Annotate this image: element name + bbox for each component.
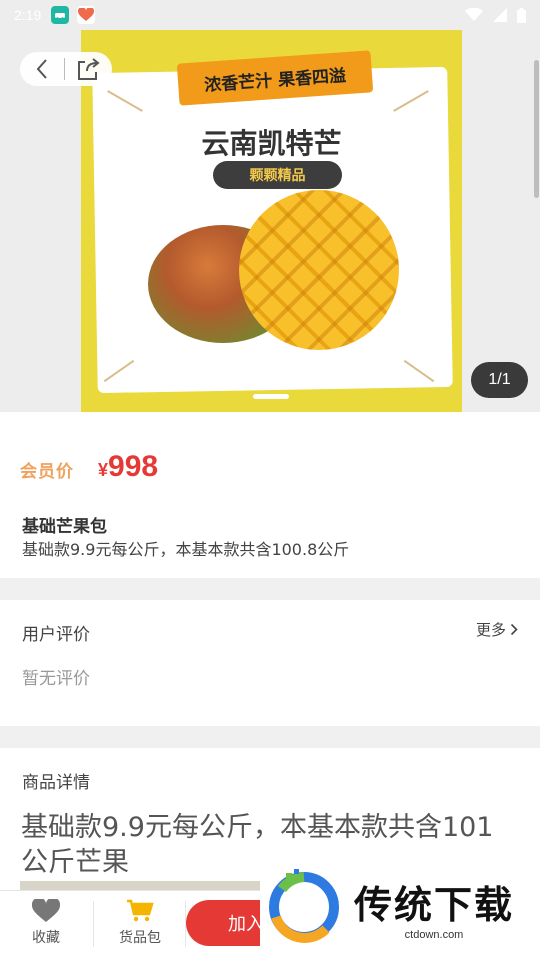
price-card: 会员价 ¥998 基础芒果包 基础款9.9元每公斤，本基本款共含100.8公斤 — [0, 412, 540, 578]
heart-icon — [32, 899, 60, 922]
reviews-more-link[interactable]: 更多 — [476, 619, 518, 640]
price-value: 998 — [108, 450, 159, 483]
image-counter: 1/1 — [471, 362, 528, 398]
status-time: 2:19 — [14, 7, 42, 23]
product-description: 基础款9.9元每公斤，本基本款共含100.8公斤 — [22, 540, 350, 559]
reviews-title: 用户评价 — [22, 625, 90, 645]
favorite-button[interactable]: 收藏 — [16, 899, 76, 947]
carousel-indicator — [253, 394, 289, 399]
more-label: 更多 — [475, 621, 506, 639]
price: ¥998 — [98, 450, 158, 484]
chevron-right-icon — [510, 623, 518, 636]
product-name: 基础芒果包 — [22, 517, 107, 537]
wifi-icon — [465, 8, 483, 21]
cart-label: 货品包 — [119, 930, 161, 946]
battery-icon — [517, 7, 526, 23]
cart-tab[interactable]: 货品包 — [110, 899, 170, 947]
signal-icon — [493, 8, 507, 22]
member-price-label: 会员价 — [20, 462, 74, 482]
tab-divider — [93, 901, 94, 947]
car-app-icon — [51, 6, 70, 24]
product-image: 浓香芒汁 果香四溢 云南凯特芒 颗颗精品 — [81, 30, 462, 412]
add-button-label: 加入 — [228, 914, 264, 935]
share-icon — [78, 58, 100, 80]
share-button[interactable] — [65, 52, 111, 86]
heart-app-icon — [77, 6, 96, 24]
watermark-logo-icon — [264, 867, 344, 947]
currency-symbol: ¥ — [98, 460, 109, 480]
image-title: 云南凯特芒 — [201, 127, 342, 160]
cut-mango-image — [239, 190, 399, 350]
favorite-label: 收藏 — [32, 930, 60, 946]
nav-capsule — [20, 52, 112, 86]
image-pill: 颗颗精品 — [213, 161, 342, 189]
status-bar: 2:19 — [0, 0, 540, 30]
chevron-left-icon — [36, 59, 47, 79]
watermark-overlay: 传统下载 ctdown.com — [260, 862, 540, 952]
cart-icon — [127, 899, 154, 922]
watermark-title: 传统下载 — [354, 882, 515, 927]
scrollbar[interactable] — [534, 60, 539, 198]
details-title: 商品详情 — [22, 773, 90, 793]
watermark-text: 传统下载 ctdown.com — [354, 874, 514, 941]
back-button[interactable] — [20, 52, 64, 86]
watermark-url: ctdown.com — [404, 928, 464, 941]
reviews-card: 用户评价 更多 暂无评价 — [0, 600, 540, 726]
reviews-empty-text: 暂无评价 — [22, 669, 90, 689]
